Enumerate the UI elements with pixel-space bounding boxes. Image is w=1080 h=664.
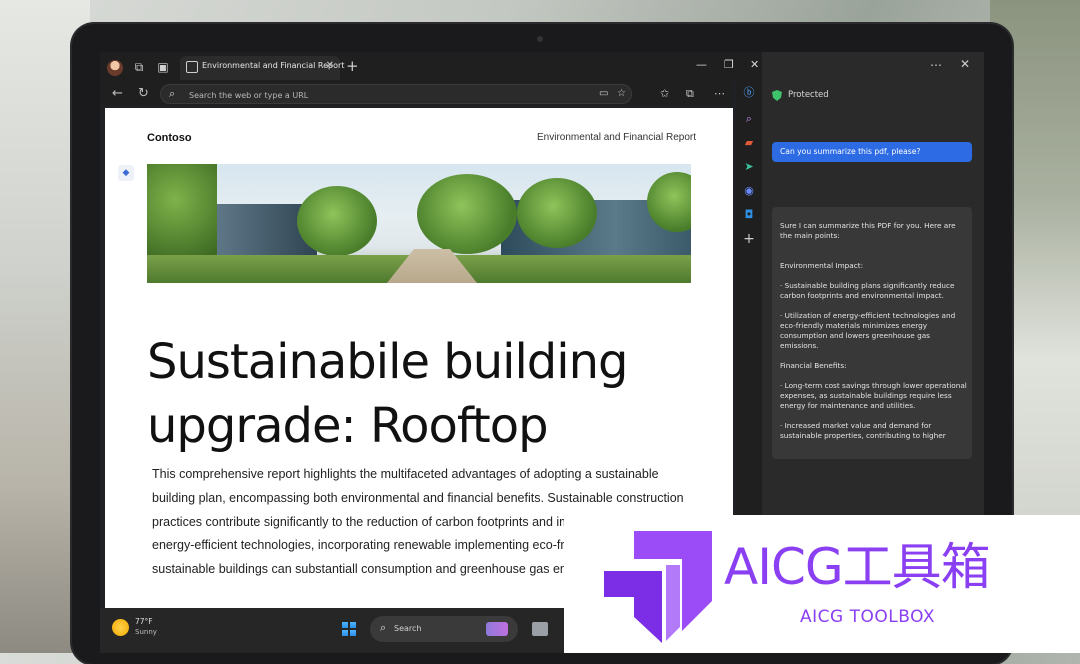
search-highlight-icon bbox=[486, 622, 508, 636]
search-label: Search bbox=[394, 624, 422, 633]
more-icon[interactable]: ⋯ bbox=[714, 87, 725, 100]
tree bbox=[297, 186, 377, 256]
navigation-bar: ← ↻ ⌕ ▭ ☆ ✩ ⧉ ⋯ bbox=[100, 82, 732, 106]
hero-image bbox=[147, 164, 691, 283]
watermark-title: AICG工具箱 bbox=[724, 538, 991, 596]
brand-name: Contoso bbox=[147, 132, 192, 144]
windows-logo[interactable] bbox=[342, 622, 356, 636]
tab-active[interactable]: Environmental and Financial Report ✕ bbox=[180, 56, 344, 80]
back-icon[interactable]: ← bbox=[112, 86, 123, 101]
tab-title: Environmental and Financial Report bbox=[202, 61, 345, 70]
assistant-message: Sure I can summarize this PDF for you. H… bbox=[772, 207, 972, 459]
document-icon bbox=[186, 61, 198, 73]
new-tab-button[interactable]: + bbox=[346, 57, 359, 75]
collections-toolbar-icon[interactable]: ⧉ bbox=[686, 87, 694, 101]
search-icon: ⌕ bbox=[169, 87, 176, 100]
search-icon: ⌕ bbox=[380, 621, 387, 634]
copilot-sparkle-icon[interactable]: ◆ bbox=[118, 165, 134, 181]
tree bbox=[417, 174, 517, 254]
send-icon[interactable]: ➤ bbox=[742, 160, 756, 174]
fin-point: · Long-term cost savings through lower o… bbox=[780, 381, 967, 410]
refresh-icon[interactable]: ↻ bbox=[138, 86, 149, 101]
fin-heading: Financial Benefits: bbox=[780, 361, 847, 370]
tab-actions-icon[interactable]: ▣ bbox=[156, 60, 170, 74]
search-icon[interactable]: ⌕ bbox=[742, 112, 756, 126]
watermark: AICG工具箱 AICG TOOLBOX bbox=[564, 515, 1080, 653]
headline: Sustainabile building upgrade: Rooftop bbox=[147, 334, 629, 454]
close-icon[interactable]: ✕ bbox=[960, 57, 970, 71]
address-input[interactable] bbox=[187, 88, 571, 103]
tree bbox=[517, 178, 597, 248]
env-heading: Environmental Impact: bbox=[780, 261, 864, 270]
shopping-icon[interactable]: ▰ bbox=[742, 136, 756, 150]
shield-icon bbox=[772, 90, 782, 101]
add-icon[interactable]: + bbox=[742, 232, 756, 246]
env-point: · Utilization of energy-efficient techno… bbox=[780, 311, 956, 350]
reader-mode-icon[interactable]: ▭ bbox=[599, 88, 608, 99]
taskbar-search[interactable]: ⌕ Search bbox=[370, 616, 518, 642]
response-intro: Sure I can summarize this PDF for you. H… bbox=[780, 221, 956, 240]
panel-header: ⋯ ✕ bbox=[762, 52, 984, 82]
watermark-subtitle: AICG TOOLBOX bbox=[800, 607, 936, 627]
window-close-button[interactable]: ✕ bbox=[750, 58, 759, 71]
collections-icon[interactable]: ⧉ bbox=[132, 60, 146, 74]
temperature[interactable]: 77°F bbox=[135, 617, 153, 626]
weather-condition[interactable]: Sunny bbox=[135, 628, 157, 636]
maximize-button[interactable]: ❐ bbox=[724, 58, 734, 71]
task-view-icon[interactable] bbox=[532, 622, 548, 636]
aicg-logo bbox=[604, 531, 712, 643]
sun-icon[interactable] bbox=[112, 619, 129, 636]
copilot-icon[interactable]: ⓑ bbox=[742, 86, 756, 100]
address-bar[interactable]: ⌕ ▭ ☆ bbox=[160, 84, 632, 104]
profile-avatar[interactable] bbox=[107, 60, 123, 76]
more-icon[interactable]: ⋯ bbox=[930, 58, 942, 72]
env-point: · Sustainable building plans significant… bbox=[780, 281, 955, 300]
tab-close-icon[interactable]: ✕ bbox=[326, 60, 334, 71]
outlook-icon[interactable]: ◘ bbox=[742, 208, 756, 222]
user-message: Can you summarize this pdf, please? bbox=[772, 142, 972, 162]
favorites-icon[interactable]: ✩ bbox=[660, 87, 669, 100]
fin-point: · Increased market value and demand for … bbox=[780, 421, 946, 440]
games-icon[interactable]: ◉ bbox=[742, 184, 756, 198]
add-favorite-icon[interactable]: ☆ bbox=[617, 88, 626, 99]
webcam bbox=[537, 36, 543, 42]
protected-status: Protected bbox=[788, 90, 829, 100]
minimize-button[interactable]: — bbox=[696, 58, 707, 71]
report-title: Environmental and Financial Report bbox=[537, 132, 696, 143]
